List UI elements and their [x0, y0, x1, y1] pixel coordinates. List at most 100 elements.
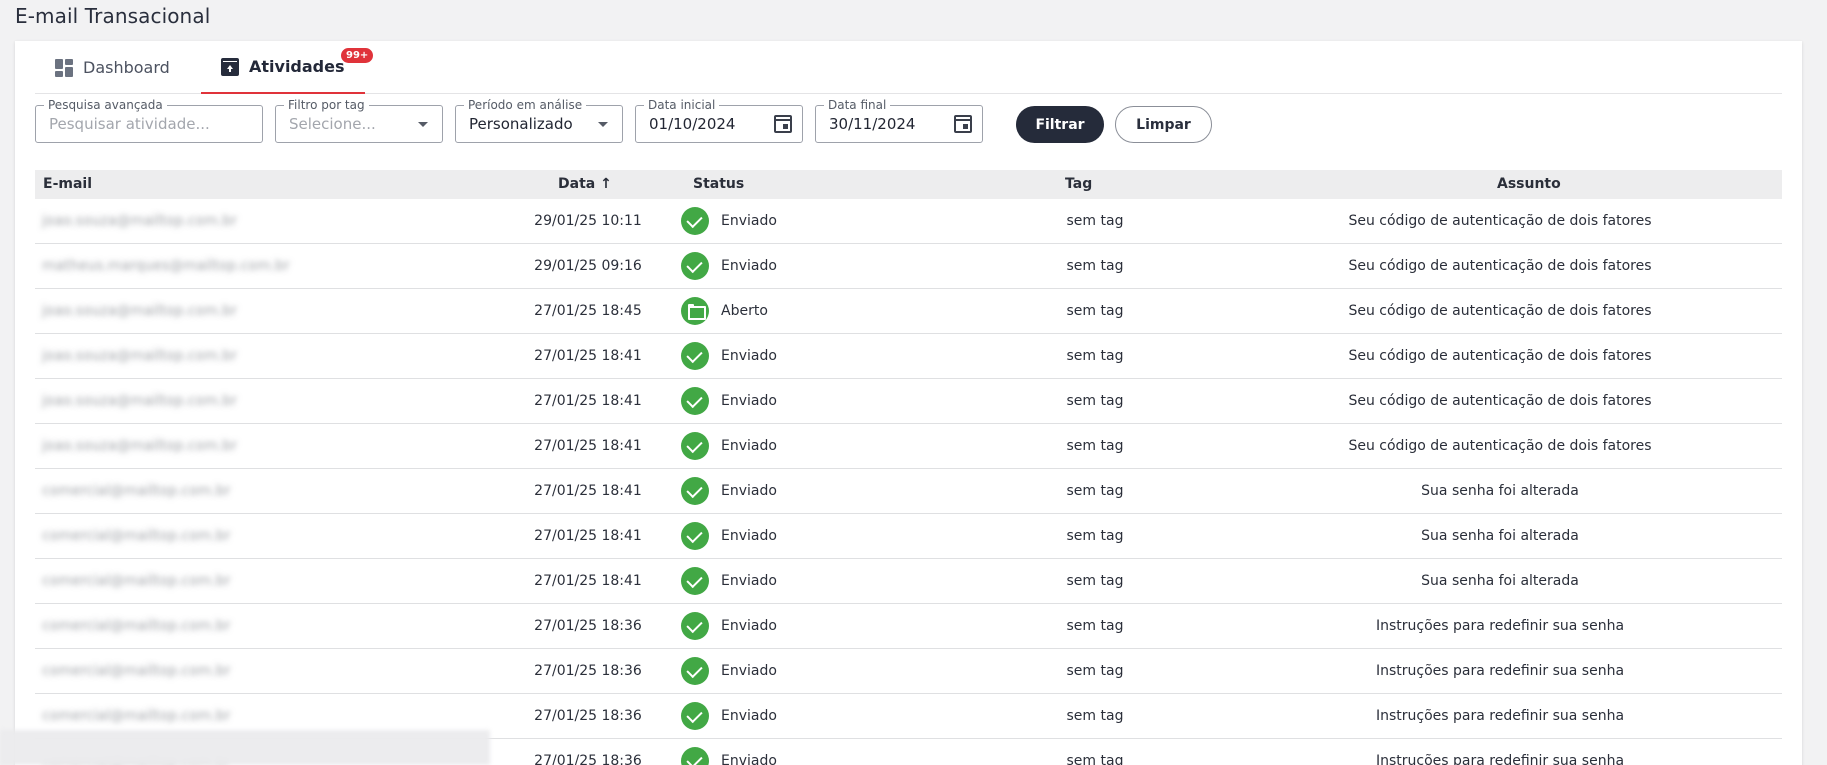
- row-date: 27/01/25 18:36: [534, 753, 642, 765]
- row-status: Enviado: [681, 342, 777, 370]
- row-status-label: Enviado: [721, 708, 777, 724]
- table-row[interactable]: comercial@mailtop.com.br 27/01/25 18:41 En…: [35, 469, 1782, 514]
- tab-dashboard[interactable]: Dashboard: [35, 41, 200, 94]
- row-status-label: Enviado: [721, 528, 777, 544]
- check-circle-icon: [681, 702, 709, 730]
- row-status: Enviado: [681, 657, 777, 685]
- chevron-down-icon: [598, 122, 608, 127]
- tab-atividades[interactable]: Atividades: [201, 41, 365, 94]
- row-tag: sem tag: [1066, 663, 1124, 679]
- redaction-overlay: [0, 730, 490, 765]
- row-email: joao.souza@mailtop.com.br: [42, 348, 237, 364]
- tab-atividades-label: Atividades: [249, 57, 345, 76]
- check-circle-icon: [681, 612, 709, 640]
- tag-filter-placeholder: Selecione...: [289, 115, 376, 133]
- column-header-status[interactable]: Status: [693, 176, 744, 192]
- row-subject: Seu código de autenticação de dois fator…: [1348, 393, 1652, 409]
- row-status-label: Enviado: [721, 618, 777, 634]
- column-header-email[interactable]: E-mail: [43, 176, 92, 192]
- calendar-icon[interactable]: [954, 115, 972, 133]
- period-value: Personalizado: [469, 115, 573, 133]
- check-circle-icon: [681, 342, 709, 370]
- table-row[interactable]: joao.souza@mailtop.com.br 27/01/25 18:45 A…: [35, 289, 1782, 334]
- row-tag: sem tag: [1066, 438, 1124, 454]
- row-status: Enviado: [681, 387, 777, 415]
- row-email: matheus.marques@mailtop.com.br: [42, 258, 290, 274]
- tab-dashboard-label: Dashboard: [83, 58, 170, 77]
- row-subject: Seu código de autenticação de dois fator…: [1348, 348, 1652, 364]
- table-row[interactable]: comercial@mailtop.com.br 27/01/25 18:41 En…: [35, 514, 1782, 559]
- table-header: E-mail Data ↑ Status Tag Assunto: [35, 170, 1782, 199]
- chevron-down-icon: [418, 122, 428, 127]
- row-status: Enviado: [681, 207, 777, 235]
- column-header-tag[interactable]: Tag: [1065, 176, 1092, 192]
- row-subject: Instruções para redefinir sua senha: [1375, 753, 1625, 765]
- end-date-field[interactable]: Data final 30/11/2024: [815, 98, 983, 143]
- clear-button[interactable]: Limpar: [1115, 106, 1212, 143]
- start-date-field[interactable]: Data inicial 01/10/2024: [635, 98, 803, 143]
- row-date: 27/01/25 18:36: [534, 708, 642, 724]
- row-status-label: Aberto: [721, 303, 768, 319]
- row-date: 27/01/25 18:41: [534, 483, 642, 499]
- check-circle-icon: [681, 567, 709, 595]
- archive-icon: [221, 57, 239, 76]
- dashboard-icon: [55, 58, 73, 77]
- row-subject: Seu código de autenticação de dois fator…: [1348, 258, 1652, 274]
- row-tag: sem tag: [1066, 348, 1124, 364]
- column-header-subject[interactable]: Assunto: [1497, 176, 1561, 192]
- row-status-label: Enviado: [721, 258, 777, 274]
- table-row[interactable]: joao.souza@mailtop.com.br 27/01/25 18:41 E…: [35, 379, 1782, 424]
- table-row[interactable]: comercial@mailtop.com.br 27/01/25 18:36 En…: [35, 649, 1782, 694]
- row-status-label: Enviado: [721, 348, 777, 364]
- table-row[interactable]: comercial@mailtop.com.br 27/01/25 18:36 En…: [35, 604, 1782, 649]
- table-row[interactable]: matheus.marques@mailtop.com.br 29/01/25 0…: [35, 244, 1782, 289]
- check-circle-icon: [681, 657, 709, 685]
- row-status: Enviado: [681, 522, 777, 550]
- row-status: Enviado: [681, 567, 777, 595]
- row-subject: Seu código de autenticação de dois fator…: [1348, 303, 1652, 319]
- row-status-label: Enviado: [721, 213, 777, 229]
- row-date: 27/01/25 18:36: [534, 663, 642, 679]
- table-row[interactable]: comercial@mailtop.com.br 27/01/25 18:41 En…: [35, 559, 1782, 604]
- row-status-label: Enviado: [721, 663, 777, 679]
- row-date: 27/01/25 18:36: [534, 618, 642, 634]
- row-date: 29/01/25 09:16: [534, 258, 642, 274]
- table-row[interactable]: joao.souza@mailtop.com.br 27/01/25 18:41 E…: [35, 424, 1782, 469]
- check-circle-icon: [681, 387, 709, 415]
- row-status-label: Enviado: [721, 438, 777, 454]
- tag-filter-label: Filtro por tag: [284, 98, 369, 112]
- filter-bar: Pesquisa avançada Pesquisar atividade...…: [35, 98, 1435, 143]
- row-status: Enviado: [681, 432, 777, 460]
- row-status-label: Enviado: [721, 753, 777, 765]
- row-subject: Instruções para redefinir sua senha: [1375, 663, 1625, 679]
- row-date: 27/01/25 18:45: [534, 303, 642, 319]
- start-date-value: 01/10/2024: [649, 115, 736, 133]
- search-placeholder: Pesquisar atividade...: [49, 115, 210, 133]
- period-select[interactable]: Período em análise Personalizado: [455, 98, 623, 143]
- row-status-label: Enviado: [721, 573, 777, 589]
- row-email: comercial@mailtop.com.br: [42, 663, 231, 679]
- start-date-label: Data inicial: [644, 98, 720, 112]
- row-email: comercial@mailtop.com.br: [42, 483, 231, 499]
- row-tag: sem tag: [1066, 483, 1124, 499]
- row-subject: Sua senha foi alterada: [1421, 528, 1579, 544]
- column-header-date[interactable]: Data ↑: [558, 176, 612, 192]
- row-status: Enviado: [681, 747, 777, 765]
- row-email: joao.souza@mailtop.com.br: [42, 303, 237, 319]
- row-status: Enviado: [681, 477, 777, 505]
- calendar-icon[interactable]: [774, 115, 792, 133]
- row-tag: sem tag: [1066, 213, 1124, 229]
- row-date: 27/01/25 18:41: [534, 573, 642, 589]
- row-tag: sem tag: [1066, 573, 1124, 589]
- check-circle-icon: [681, 432, 709, 460]
- row-email: joao.souza@mailtop.com.br: [42, 393, 237, 409]
- filter-button[interactable]: Filtrar: [1016, 106, 1104, 143]
- tag-filter-select[interactable]: Filtro por tag Selecione...: [275, 98, 443, 143]
- search-input[interactable]: Pesquisa avançada Pesquisar atividade...: [35, 98, 263, 143]
- table-row[interactable]: joao.souza@mailtop.com.br 27/01/25 18:41 E…: [35, 334, 1782, 379]
- table-row[interactable]: joao.souza@mailtop.com.br 29/01/25 10:11 E…: [35, 199, 1782, 244]
- main-card: Dashboard Atividades 99+ Pesquisa avança…: [15, 41, 1802, 765]
- row-subject: Instruções para redefinir sua senha: [1375, 618, 1625, 634]
- row-date: 27/01/25 18:41: [534, 438, 642, 454]
- row-tag: sem tag: [1066, 528, 1124, 544]
